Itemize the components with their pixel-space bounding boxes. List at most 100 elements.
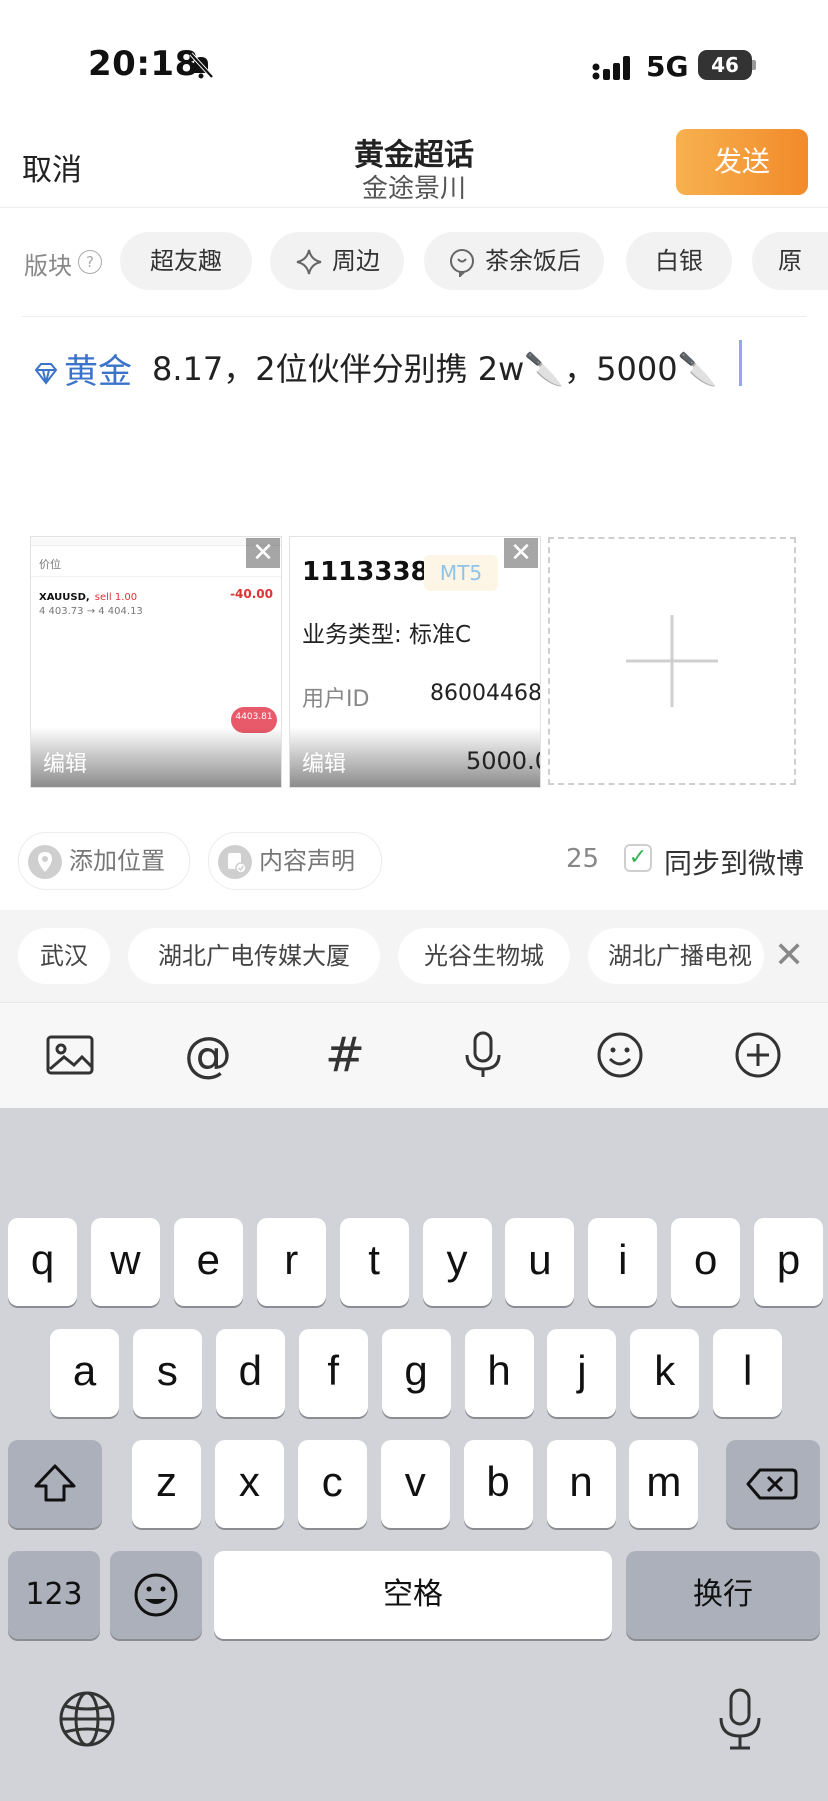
remove-image-2-button[interactable]: ✕ — [504, 538, 538, 568]
at-icon[interactable]: @ — [180, 1027, 236, 1083]
send-button[interactable]: 发送 — [676, 129, 808, 195]
plus-icon — [626, 615, 718, 707]
chip-label: 茶余饭后 — [485, 247, 581, 275]
key-d[interactable]: d — [215, 1329, 285, 1417]
numbers-key[interactable]: 123 — [8, 1551, 100, 1639]
chip-label: 超友趣 — [150, 247, 222, 275]
sync-weibo-label[interactable]: 同步到微博 — [664, 842, 804, 882]
key-p[interactable]: p — [754, 1218, 824, 1306]
key-s[interactable]: s — [132, 1329, 202, 1417]
keyboard-row-3: zxcvbnm — [132, 1440, 699, 1528]
key-m[interactable]: m — [629, 1440, 699, 1528]
account-number: 1113338 — [302, 557, 429, 587]
key-b[interactable]: b — [463, 1440, 533, 1528]
keyboard-row-2: asdfghjkl — [50, 1329, 783, 1417]
amount-value: 5000.0 — [466, 747, 540, 775]
key-x[interactable]: x — [214, 1440, 284, 1528]
clock: 20:18 — [88, 44, 199, 84]
backspace-icon — [746, 1468, 798, 1500]
uid-label: 用户ID — [302, 687, 370, 712]
remove-image-1-button[interactable]: ✕ — [246, 538, 280, 568]
emoji-key[interactable] — [110, 1551, 202, 1639]
close-suggestions-icon[interactable]: ✕ — [774, 936, 804, 976]
battery-icon: 46 — [698, 50, 752, 80]
key-a[interactable]: a — [50, 1329, 119, 1417]
price-badge-value: 4403.81 — [235, 712, 273, 722]
key-z[interactable]: z — [132, 1440, 201, 1528]
dictation-microphone-icon[interactable] — [712, 1686, 768, 1752]
hashtag-icon[interactable]: # — [317, 1027, 373, 1083]
key-h[interactable]: h — [464, 1329, 534, 1417]
section-label: 版块 — [24, 252, 72, 280]
sparkle-icon — [296, 249, 322, 275]
header-divider — [0, 207, 828, 208]
battery-cap — [752, 60, 756, 70]
key-j[interactable]: j — [547, 1329, 617, 1417]
key-f[interactable]: f — [298, 1329, 368, 1417]
thumb-header — [31, 537, 281, 546]
add-location-label: 添加位置 — [69, 847, 165, 875]
backspace-key[interactable] — [726, 1440, 820, 1528]
chip-label: 白银 — [655, 247, 703, 275]
location-suggestion[interactable]: 光谷生物城 — [398, 928, 570, 984]
space-key[interactable]: 空格 — [214, 1551, 612, 1639]
location-pin-icon — [28, 845, 62, 879]
price-row-label: 价位 — [31, 546, 281, 577]
uid-value: 86004468 — [430, 681, 541, 706]
add-image-button[interactable] — [548, 537, 796, 785]
key-l[interactable]: l — [713, 1329, 783, 1417]
key-w[interactable]: w — [90, 1218, 160, 1306]
sync-weibo-checkbox[interactable]: ✓ — [624, 844, 652, 872]
trade-action: sell 1.00 — [94, 592, 138, 603]
text-cursor — [739, 340, 742, 386]
key-k[interactable]: k — [630, 1329, 700, 1417]
section-chip-chayufanhou[interactable]: 茶余饭后 — [424, 232, 604, 290]
signal-icon — [592, 56, 630, 80]
microphone-icon[interactable] — [455, 1027, 511, 1083]
key-r[interactable]: r — [256, 1218, 326, 1306]
globe-icon[interactable] — [56, 1688, 118, 1750]
chip-label: 周边 — [332, 247, 380, 275]
content-declaration-button[interactable]: 内容声明 — [208, 832, 382, 890]
key-o[interactable]: o — [671, 1218, 741, 1306]
chat-bubble-icon — [450, 249, 474, 277]
content-declaration-label: 内容声明 — [259, 847, 355, 875]
key-n[interactable]: n — [546, 1440, 616, 1528]
chip-label: 原 — [778, 247, 802, 275]
plus-circle-icon[interactable] — [730, 1027, 786, 1083]
remaining-count: 25 — [566, 844, 600, 874]
image-thumbnail-2[interactable]: 1113338 MT5 业务类型: 标准C 用户ID 86004468 5000… — [289, 536, 541, 788]
edit-image-button[interactable]: 编辑 — [31, 727, 281, 787]
image-icon[interactable] — [42, 1027, 98, 1083]
image-thumbnail-1[interactable]: 价位 XAUUSD, sell 1.00 4 403.73 → 4 404.13… — [30, 536, 282, 788]
shift-key[interactable] — [8, 1440, 102, 1528]
topic-label: 黄金 — [64, 352, 132, 392]
section-chip-yuan[interactable]: 原 — [752, 232, 828, 290]
location-suggestion[interactable]: 湖北广电传媒大厦 — [128, 928, 380, 984]
section-chip-baiyin[interactable]: 白银 — [626, 232, 732, 290]
emoji-icon — [134, 1573, 178, 1617]
location-suggestion[interactable]: 武汉 — [18, 928, 110, 984]
section-chip-zhoubian[interactable]: 周边 — [270, 232, 404, 290]
key-q[interactable]: q — [8, 1218, 77, 1306]
topic-tag[interactable]: 黄金 — [32, 344, 132, 393]
location-suggestion[interactable]: 湖北广播电视 — [588, 928, 764, 984]
key-e[interactable]: e — [173, 1218, 243, 1306]
key-c[interactable]: c — [297, 1440, 367, 1528]
add-location-button[interactable]: 添加位置 — [18, 832, 190, 890]
return-key[interactable]: 换行 — [626, 1551, 820, 1639]
key-i[interactable]: i — [588, 1218, 658, 1306]
key-v[interactable]: v — [380, 1440, 450, 1528]
help-icon[interactable]: ? — [78, 250, 102, 274]
key-y[interactable]: y — [422, 1218, 492, 1306]
key-g[interactable]: g — [381, 1329, 451, 1417]
section-chip-chaoyouqu[interactable]: 超友趣 — [120, 232, 252, 290]
compose-text[interactable]: 8.17，2位伙伴分别携 2w🔪，5000🔪 — [152, 344, 717, 390]
compose-toolbar — [0, 1002, 828, 1109]
key-t[interactable]: t — [339, 1218, 409, 1306]
section-divider — [22, 316, 806, 317]
trade-symbol: XAUUSD, — [39, 592, 90, 603]
key-u[interactable]: u — [505, 1218, 575, 1306]
emoji-icon[interactable] — [592, 1027, 648, 1083]
status-bar: 20:18 5G 46 — [0, 0, 828, 110]
